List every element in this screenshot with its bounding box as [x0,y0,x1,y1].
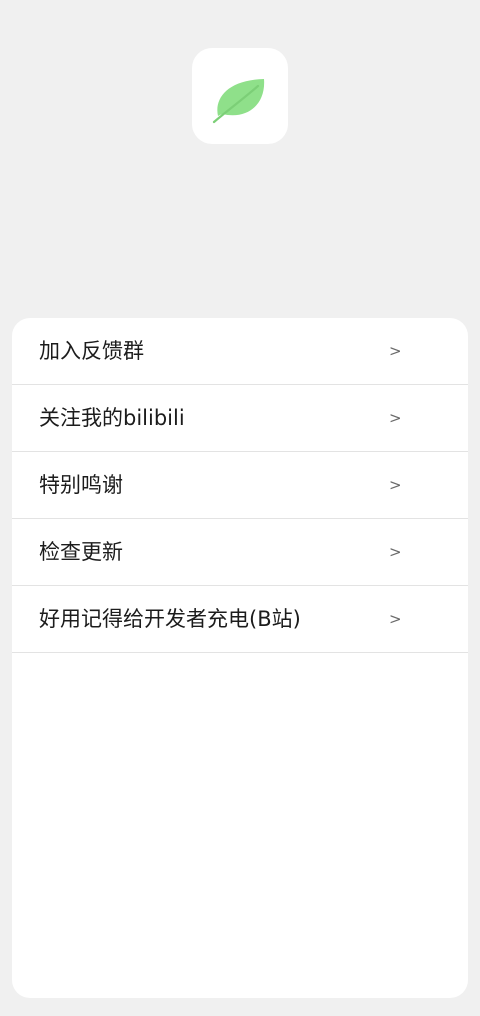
menu-item-label: 加入反馈群 [39,339,144,363]
app-logo [192,48,288,144]
chevron-right-icon: > [389,476,402,494]
settings-menu: 加入反馈群 > 关注我的bilibili > 特别鸣谢 > 检查更新 > 好用记… [12,318,468,998]
menu-item-label: 检查更新 [39,540,123,564]
menu-item-follow-bilibili[interactable]: 关注我的bilibili > [12,385,468,452]
chevron-right-icon: > [389,610,402,628]
chevron-right-icon: > [389,342,402,360]
about-screen: 加入反馈群 > 关注我的bilibili > 特别鸣谢 > 检查更新 > 好用记… [0,0,480,1016]
chevron-right-icon: > [389,409,402,427]
menu-item-join-feedback-group[interactable]: 加入反馈群 > [12,318,468,385]
menu-item-label: 特别鸣谢 [39,473,123,497]
menu-item-special-thanks[interactable]: 特别鸣谢 > [12,452,468,519]
menu-item-label: 好用记得给开发者充电(B站) [39,607,301,631]
menu-item-support-developer[interactable]: 好用记得给开发者充电(B站) > [12,586,468,653]
menu-item-check-update[interactable]: 检查更新 > [12,519,468,586]
chevron-right-icon: > [389,543,402,561]
leaf-icon [212,79,265,124]
menu-item-label: 关注我的bilibili [39,406,185,430]
